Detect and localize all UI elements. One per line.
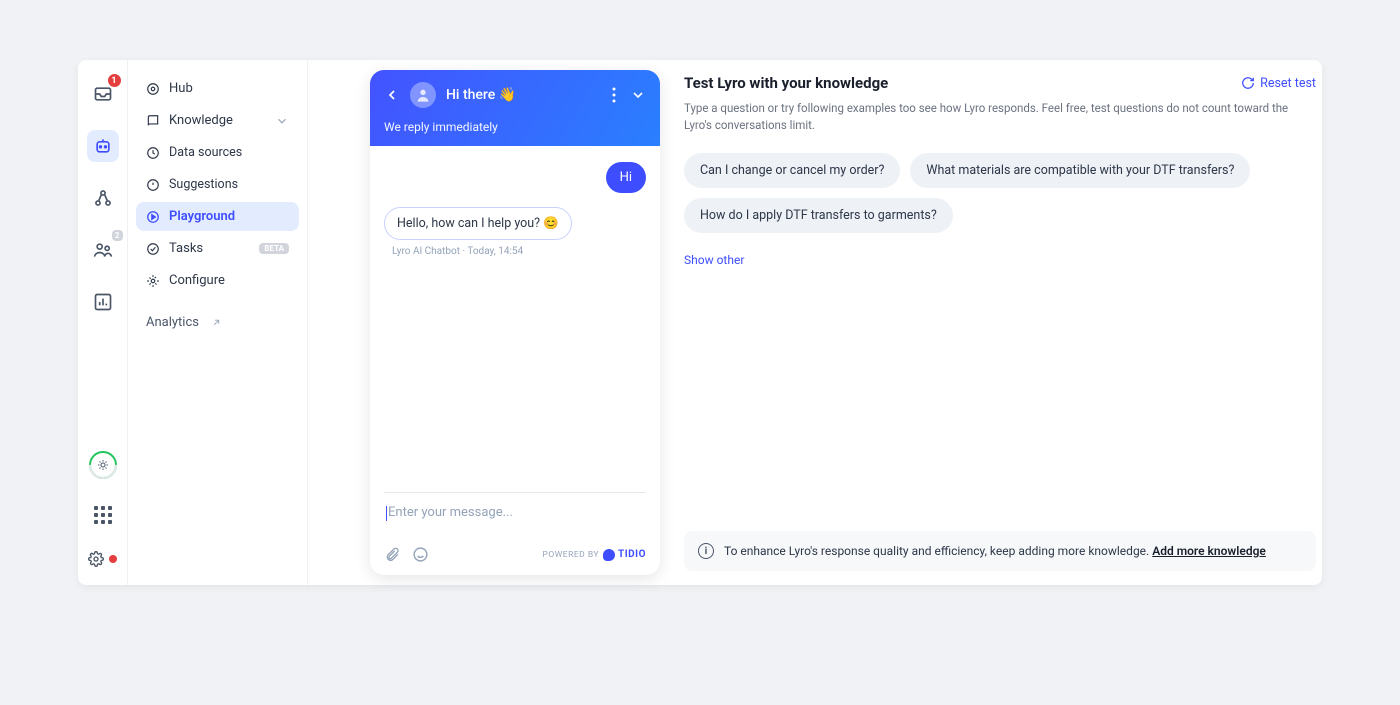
question-pills: Can I change or cancel my order? What ma… [684,153,1316,233]
tidio-icon [603,549,615,561]
nav-suggestions-label: Suggestions [169,177,238,192]
progress-circle-icon[interactable] [89,451,117,479]
chat-body: Hi Hello, how can I help you? 😊 Lyro AI … [370,146,660,546]
add-knowledge-link[interactable]: Add more knowledge [1152,544,1266,558]
nav-analytics[interactable]: Analytics [136,307,299,338]
more-icon[interactable] [612,87,616,103]
nav-configure[interactable]: Configure [136,266,299,295]
main-content: Hi there 👋 We reply immediately Hi Hello… [308,60,1322,585]
nav-knowledge[interactable]: Knowledge [136,106,299,135]
inbox-icon[interactable]: 1 [87,78,119,110]
chevron-down-icon [275,114,289,128]
flows-icon[interactable] [87,182,119,214]
nav-knowledge-label: Knowledge [169,113,233,128]
emoji-icon[interactable] [412,546,429,563]
beta-badge: BETA [259,243,289,254]
chat-footer: POWERED BY TIDIO [370,546,660,575]
refresh-icon [1241,76,1255,90]
knowledge-banner: i To enhance Lyro's response quality and… [684,531,1316,571]
chat-header-actions [612,87,646,103]
chat-header: Hi there 👋 We reply immediately [370,70,660,146]
nav-playground-label: Playground [169,209,235,224]
nav-hub[interactable]: Hub [136,74,299,103]
icon-rail-bottom [87,451,119,567]
banner-text-wrapper: To enhance Lyro's response quality and e… [724,544,1266,558]
nav-configure-label: Configure [169,273,225,288]
show-other-link[interactable]: Show other [684,253,1316,267]
icon-rail-top: 1 2 [87,78,119,318]
sidebar: Hub Knowledge Data sources Suggestions P… [128,60,308,585]
info-icon: i [698,543,714,559]
question-pill[interactable]: How do I apply DTF transfers to garments… [684,198,953,233]
minimize-icon[interactable] [630,87,646,103]
analytics-icon[interactable] [87,286,119,318]
nav-analytics-label: Analytics [146,315,199,330]
tidio-brand[interactable]: TIDIO [603,549,646,561]
settings-icon[interactable] [88,551,117,567]
panel-title: Test Lyro with your knowledge [684,74,888,92]
nav-data-sources[interactable]: Data sources [136,138,299,167]
bot-icon[interactable] [87,130,119,162]
banner-text: To enhance Lyro's response quality and e… [724,544,1152,558]
chat-widget: Hi there 👋 We reply immediately Hi Hello… [370,70,660,575]
nav-suggestions[interactable]: Suggestions [136,170,299,199]
user-message: Hi [606,162,646,193]
avatar [410,82,436,108]
reset-test-link[interactable]: Reset test [1241,76,1316,91]
bot-message-meta: Lyro AI Chatbot · Today, 14:54 [392,246,646,257]
chat-subtitle: We reply immediately [384,120,646,134]
question-pill[interactable]: Can I change or cancel my order? [684,153,900,188]
nav-data-sources-label: Data sources [169,145,242,160]
chat-greeting: Hi there 👋 [446,87,516,103]
powered-by: POWERED BY TIDIO [543,549,646,561]
panel-description: Type a question or try following example… [684,100,1316,135]
test-panel: Test Lyro with your knowledge Reset test… [684,70,1322,575]
panel-header: Test Lyro with your knowledge Reset test [684,74,1316,92]
chat-input-placeholder: Enter your message... [386,505,644,530]
bot-message: Hello, how can I help you? 😊 [384,207,572,240]
nav-hub-label: Hub [169,81,193,96]
chat-input-area[interactable]: Enter your message... [384,492,646,530]
nav-playground[interactable]: Playground [136,202,299,231]
nav-tasks[interactable]: Tasks BETA [136,234,299,263]
nav-tasks-label: Tasks [169,241,203,256]
people-icon[interactable]: 2 [87,234,119,266]
back-icon[interactable] [384,87,400,103]
people-badge: 2 [112,230,123,241]
inbox-badge: 1 [108,74,121,87]
external-link-icon [211,317,222,328]
apps-grid-icon[interactable] [87,499,119,531]
settings-notification-dot [109,555,117,563]
attachment-icon[interactable] [384,547,400,563]
icon-rail: 1 2 [78,60,128,585]
app-container: 1 2 [78,60,1322,585]
chat-header-row: Hi there 👋 [384,82,646,108]
question-pill[interactable]: What materials are compatible with your … [910,153,1250,188]
